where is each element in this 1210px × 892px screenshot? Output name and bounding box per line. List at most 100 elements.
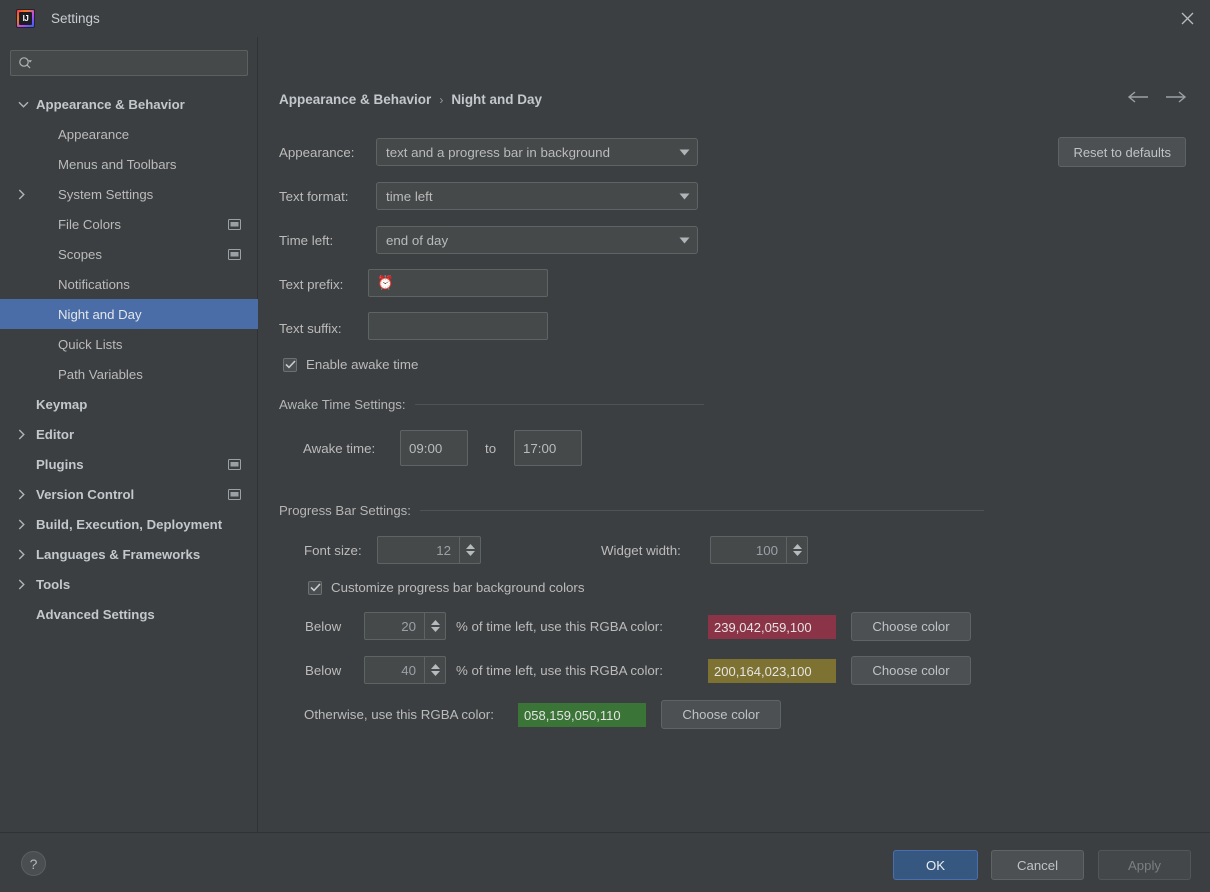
appearance-value: text and a progress bar in background <box>386 144 610 160</box>
sidebar-item-tools[interactable]: Tools <box>0 569 258 599</box>
text-suffix-field[interactable] <box>368 312 548 340</box>
color-row-0-choose-color-button[interactable]: Choose color <box>851 612 971 641</box>
breadcrumb-root[interactable]: Appearance & Behavior <box>279 92 431 107</box>
arrow-left-icon[interactable] <box>1127 91 1149 103</box>
spinner-buttons[interactable] <box>424 657 445 683</box>
section-divider <box>419 510 984 511</box>
spinner-buttons[interactable] <box>786 537 807 563</box>
font-size-spinner[interactable]: 12 <box>377 536 481 564</box>
awake-time-from-field[interactable] <box>400 430 468 466</box>
arrow-right-icon[interactable] <box>1165 91 1187 103</box>
sidebar-item-night-and-day[interactable]: Night and Day <box>0 299 258 329</box>
sidebar-item-quick-lists[interactable]: Quick Lists <box>0 329 258 359</box>
close-icon[interactable] <box>1164 0 1210 36</box>
color-row-0-suffix: % of time left, use this RGBA color: <box>456 619 663 634</box>
sidebar-item-advanced-settings[interactable]: Advanced Settings <box>0 599 258 629</box>
apply-button: Apply <box>1098 850 1191 880</box>
chevron-down-icon <box>671 193 697 200</box>
breadcrumb-separator: › <box>439 92 444 107</box>
text-format-value: time left <box>386 188 433 204</box>
chevron-right-icon[interactable] <box>18 179 32 209</box>
spinner-buttons[interactable] <box>459 537 480 563</box>
sidebar-item-label: Plugins <box>36 456 84 472</box>
customize-colors-checkbox[interactable]: Customize progress bar background colors <box>308 580 585 595</box>
otherwise-choose-color-button[interactable]: Choose color <box>661 700 781 729</box>
widget-width-spinner[interactable]: 100 <box>710 536 808 564</box>
ok-button[interactable]: OK <box>893 850 978 880</box>
sidebar-item-label: Notifications <box>58 276 130 292</box>
search-icon <box>18 56 33 70</box>
search-input[interactable] <box>33 56 247 70</box>
color-row-0-rgba-text: 239,042,059,100 <box>714 619 812 635</box>
cancel-button[interactable]: Cancel <box>991 850 1084 880</box>
sidebar-item-menus-and-toolbars[interactable]: Menus and Toolbars <box>0 149 258 179</box>
sidebar-item-languages-frameworks[interactable]: Languages & Frameworks <box>0 539 258 569</box>
text-suffix-input[interactable] <box>369 313 547 339</box>
section-divider <box>414 404 704 405</box>
sidebar-item-system-settings[interactable]: System Settings <box>0 179 258 209</box>
widget-width-label: Widget width: <box>601 543 681 558</box>
color-row-1-choose-color-button[interactable]: Choose color <box>851 656 971 685</box>
breadcrumb-current: Night and Day <box>451 92 543 107</box>
color-row-0-threshold-value: 20 <box>401 618 416 634</box>
sidebar-item-path-variables[interactable]: Path Variables <box>0 359 258 389</box>
sidebar-item-version-control[interactable]: Version Control <box>0 479 258 509</box>
intellij-idea-logo-icon <box>16 9 35 28</box>
color-row-1-swatch[interactable]: 200,164,023,100 <box>708 659 836 683</box>
sidebar-item-keymap[interactable]: Keymap <box>0 389 258 419</box>
awake-time-to-input[interactable] <box>515 431 581 465</box>
chevron-right-icon[interactable] <box>18 509 32 539</box>
sidebar-item-file-colors[interactable]: File Colors <box>0 209 258 239</box>
awake-time-to-field[interactable] <box>514 430 582 466</box>
chevron-right-icon[interactable] <box>18 479 32 509</box>
sidebar-item-notifications[interactable]: Notifications <box>0 269 258 299</box>
sidebar-item-label: Quick Lists <box>58 336 123 352</box>
enable-awake-time-label: Enable awake time <box>306 357 419 372</box>
sidebar-item-appearance[interactable]: Appearance <box>0 119 258 149</box>
text-prefix-input[interactable] <box>369 270 547 296</box>
sidebar-item-build-execution-deployment[interactable]: Build, Execution, Deployment <box>0 509 258 539</box>
sidebar-item-label: Build, Execution, Deployment <box>36 516 223 532</box>
text-prefix-field[interactable] <box>368 269 548 297</box>
settings-tree: Appearance & Behavior Appearance Menus and… <box>0 89 258 629</box>
sidebar-item-plugins[interactable]: Plugins <box>0 449 258 479</box>
customize-colors-label: Customize progress bar background colors <box>331 580 585 595</box>
chevron-right-icon[interactable] <box>18 419 32 449</box>
otherwise-label: Otherwise, use this RGBA color: <box>304 707 494 722</box>
text-suffix-label: Text suffix: <box>279 321 342 336</box>
awake-section-title: Awake Time Settings: <box>279 397 406 412</box>
search-box[interactable] <box>10 50 248 76</box>
appearance-dropdown[interactable]: text and a progress bar in background <box>376 138 698 166</box>
navigation-arrows <box>1127 91 1187 103</box>
text-format-dropdown[interactable]: time left <box>376 182 698 210</box>
chevron-down-icon[interactable] <box>18 89 32 119</box>
otherwise-swatch[interactable]: 058,159,050,110 <box>518 703 646 727</box>
awake-time-label: Awake time: <box>303 441 376 456</box>
text-prefix-label: Text prefix: <box>279 277 344 292</box>
color-row-0-swatch[interactable]: 239,042,059,100 <box>708 615 836 639</box>
enable-awake-time-checkbox[interactable]: Enable awake time <box>283 357 418 372</box>
sidebar-item-scopes[interactable]: Scopes <box>0 239 258 269</box>
chevron-right-icon[interactable] <box>18 569 32 599</box>
color-row-1-threshold-spinner[interactable]: 40 <box>364 656 446 684</box>
awake-time-to-label: to <box>485 441 497 456</box>
window-title: Settings <box>51 11 100 26</box>
sidebar-item-appearance-behavior[interactable]: Appearance & Behavior <box>0 89 258 119</box>
sidebar-item-label: File Colors <box>58 216 122 232</box>
sidebar-item-label: Appearance & Behavior <box>36 96 185 112</box>
reset-to-defaults-button[interactable]: Reset to defaults <box>1058 137 1186 167</box>
awake-time-from-input[interactable] <box>401 431 467 465</box>
settings-window: Settings Appearance & BehaviorAppearance… <box>0 0 1210 892</box>
chevron-right-icon[interactable] <box>18 539 32 569</box>
sidebar-item-label: Languages & Frameworks <box>36 546 201 562</box>
sidebar-item-label: Path Variables <box>58 366 143 382</box>
sidebar-item-label: Scopes <box>58 246 102 262</box>
help-icon[interactable]: ? <box>21 851 46 876</box>
color-row-1-prefix: Below <box>305 663 342 678</box>
color-row-0-threshold-spinner[interactable]: 20 <box>364 612 446 640</box>
time-left-dropdown[interactable]: end of day <box>376 226 698 254</box>
settings-main-panel: Appearance & Behavior › Night and Day Re… <box>258 37 1210 832</box>
spinner-buttons[interactable] <box>424 613 445 639</box>
plugin-badge-icon <box>228 449 241 479</box>
sidebar-item-editor[interactable]: Editor <box>0 419 258 449</box>
